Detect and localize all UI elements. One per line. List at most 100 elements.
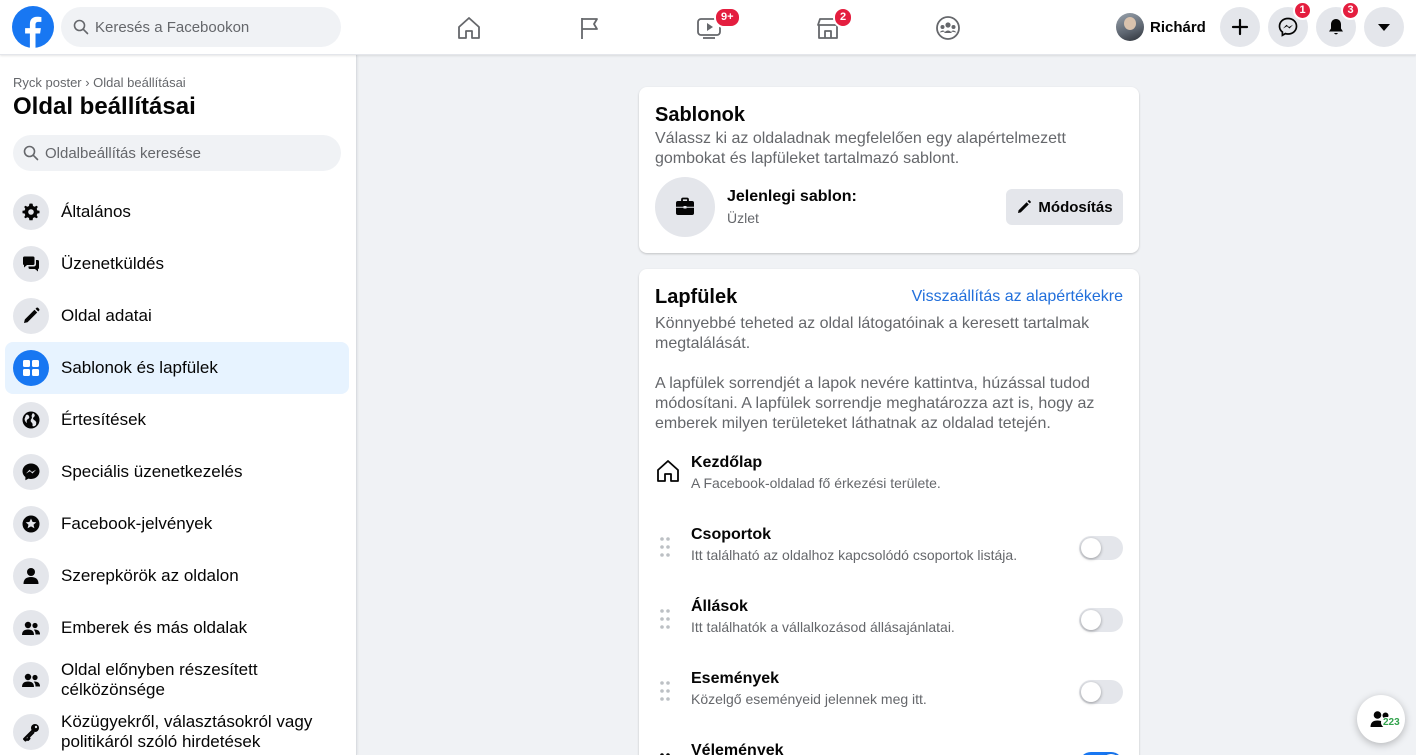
sidebar-item-advanced-messaging[interactable]: Speciális üzenetkezelés — [5, 446, 349, 498]
avatar — [1116, 13, 1144, 41]
people-icon — [13, 610, 49, 646]
groups-icon — [936, 15, 960, 40]
sidebar-item-label: Speciális üzenetkezelés — [61, 462, 243, 481]
tab-row-reviews: Vélemények — [655, 742, 1123, 755]
nav-groups[interactable] — [893, 0, 1003, 55]
grid-icon — [13, 350, 49, 386]
facebook-search-box[interactable] — [61, 7, 341, 47]
person-icon — [13, 558, 49, 594]
home-icon — [458, 16, 480, 39]
drag-handle-icon[interactable] — [659, 536, 671, 558]
tabs-title: Lapfülek — [655, 286, 738, 308]
pencil-icon — [13, 298, 49, 334]
sidebar-item-political-ads[interactable]: Közügyekről, választásokról vagy politik… — [5, 706, 349, 755]
tab-row-jobs: Állások Itt találhatók a vállalkozásod á… — [655, 598, 1123, 648]
sidebar-item-label: Értesítések — [61, 410, 147, 429]
settings-search-box[interactable] — [13, 135, 341, 171]
sidebar-item-facebook-badges[interactable]: Facebook-jelvények — [5, 498, 349, 550]
edit-template-button[interactable]: Módosítás — [1006, 189, 1123, 225]
marketplace-badge: 2 — [833, 7, 854, 28]
flag-icon — [581, 17, 598, 39]
groups-tab-toggle[interactable] — [1079, 536, 1123, 560]
profile-name: Richárd — [1150, 18, 1206, 36]
contacts-count: 223 — [1381, 717, 1402, 728]
sidebar-item-page-info[interactable]: Oldal adatai — [5, 290, 349, 342]
facebook-logo-icon[interactable] — [12, 6, 54, 48]
messenger-icon — [13, 454, 49, 490]
create-button[interactable] — [1220, 7, 1260, 47]
account-menu-button[interactable] — [1364, 7, 1404, 47]
nav-home[interactable] — [414, 0, 524, 55]
page-title: Oldal beállításai — [13, 93, 196, 120]
tab-name: Kezdőlap — [691, 454, 763, 471]
tab-description: Közelgő eseményeid jelennek meg itt. — [691, 691, 927, 707]
facebook-search-input[interactable] — [95, 18, 325, 36]
tab-name: Csoportok — [691, 526, 771, 543]
home-icon — [657, 460, 679, 482]
sidebar-item-general[interactable]: Általános — [5, 186, 349, 238]
sidebar-item-label: Oldal előnyben részesített célközönsége — [61, 660, 258, 699]
tab-row-home: Kezdőlap A Facebook-oldalad fő érkezési … — [655, 454, 1123, 504]
tab-name: Állások — [691, 598, 748, 615]
sidebar-item-messaging[interactable]: Üzenetküldés — [5, 238, 349, 290]
tabs-order-instructions: A lapfülek sorrendjét a lapok nevére kat… — [655, 375, 1095, 432]
nav-marketplace[interactable]: 2 — [773, 0, 883, 55]
current-template-value: Üzlet — [727, 210, 759, 226]
sidebar-item-label: Oldal adatai — [61, 306, 152, 325]
sidebar-item-label: Emberek és más oldalak — [61, 618, 248, 637]
notifications-button[interactable]: 3 — [1316, 1, 1360, 47]
messenger-button[interactable]: 1 — [1268, 1, 1312, 47]
sidebar-item-label: Általános — [61, 202, 131, 221]
sidebar-item-page-roles[interactable]: Szerepkörök az oldalon — [5, 550, 349, 602]
tabs-card: Lapfülek Visszaállítás az alapértékekre … — [639, 269, 1139, 755]
briefcase-icon — [655, 177, 715, 237]
nav-watch[interactable]: 9+ — [654, 0, 764, 55]
reset-defaults-link[interactable]: Visszaállítás az alapértékekre — [912, 288, 1123, 306]
floating-contacts-button[interactable]: 223 — [1357, 695, 1405, 743]
messenger-icon — [1278, 17, 1298, 37]
tab-name: Események — [691, 670, 780, 687]
search-icon — [73, 19, 89, 35]
templates-description: Válassz ki az oldaladnak megfelelően egy… — [655, 130, 1066, 167]
sidebar-item-label: Facebook-jelvények — [61, 514, 213, 533]
tab-description: A Facebook-oldalad fő érkezési területe. — [691, 475, 941, 491]
watch-badge: 9+ — [714, 7, 741, 28]
plus-icon — [1231, 18, 1249, 36]
chat-bubbles-icon — [13, 246, 49, 282]
tabs-description: Könnyebbé teheted az oldal látogatóinak … — [655, 315, 1090, 352]
settings-sidebar: Ryck poster › Oldal beállításai Oldal be… — [0, 55, 357, 755]
drag-handle-icon[interactable] — [659, 608, 671, 630]
pencil-icon — [1018, 200, 1032, 213]
top-navigation-bar: 9+ 2 Richárd 1 3 — [0, 0, 1416, 55]
events-tab-toggle[interactable] — [1079, 680, 1123, 704]
sidebar-item-label: Üzenetküldés — [61, 254, 165, 273]
gear-icon — [13, 194, 49, 230]
tab-description: Itt található az oldalhoz kapcsolódó cso… — [691, 547, 1018, 563]
tab-name: Vélemények — [691, 742, 784, 755]
caret-down-icon — [1378, 24, 1390, 31]
messenger-badge: 1 — [1293, 1, 1312, 20]
tab-row-events: Események Közelgő eseményeid jelennek me… — [655, 670, 1123, 720]
people-icon — [13, 662, 49, 698]
sidebar-item-label: Sablonok és lapfülek — [61, 358, 218, 377]
profile-button[interactable]: Richárd — [1112, 8, 1214, 46]
globe-icon — [13, 402, 49, 438]
sidebar-item-label: Közügyekről, választásokról vagy politik… — [61, 712, 313, 751]
settings-menu: Általános Üzenetküldés Oldal adatai Sabl… — [5, 186, 349, 755]
settings-search-input[interactable] — [45, 144, 325, 162]
breadcrumb[interactable]: Ryck poster › Oldal beállításai — [13, 75, 186, 90]
tab-row-groups: Csoportok Itt található az oldalhoz kapc… — [655, 526, 1123, 576]
sidebar-item-templates-tabs[interactable]: Sablonok és lapfülek — [5, 342, 349, 394]
jobs-tab-toggle[interactable] — [1079, 608, 1123, 632]
tab-description: Itt találhatók a vállalkozásod állásaján… — [691, 619, 955, 635]
current-template-label: Jelenlegi sablon: — [727, 188, 857, 205]
sidebar-item-notifications[interactable]: Értesítések — [5, 394, 349, 446]
sidebar-item-label: Szerepkörök az oldalon — [61, 566, 239, 585]
notifications-badge: 3 — [1341, 1, 1360, 20]
nav-pages[interactable] — [534, 0, 644, 55]
key-icon — [13, 714, 49, 750]
sidebar-item-preferred-audience[interactable]: Oldal előnyben részesített célközönsége — [5, 654, 349, 706]
sidebar-item-people-pages[interactable]: Emberek és más oldalak — [5, 602, 349, 654]
drag-handle-icon[interactable] — [659, 680, 671, 702]
search-icon — [23, 145, 39, 161]
